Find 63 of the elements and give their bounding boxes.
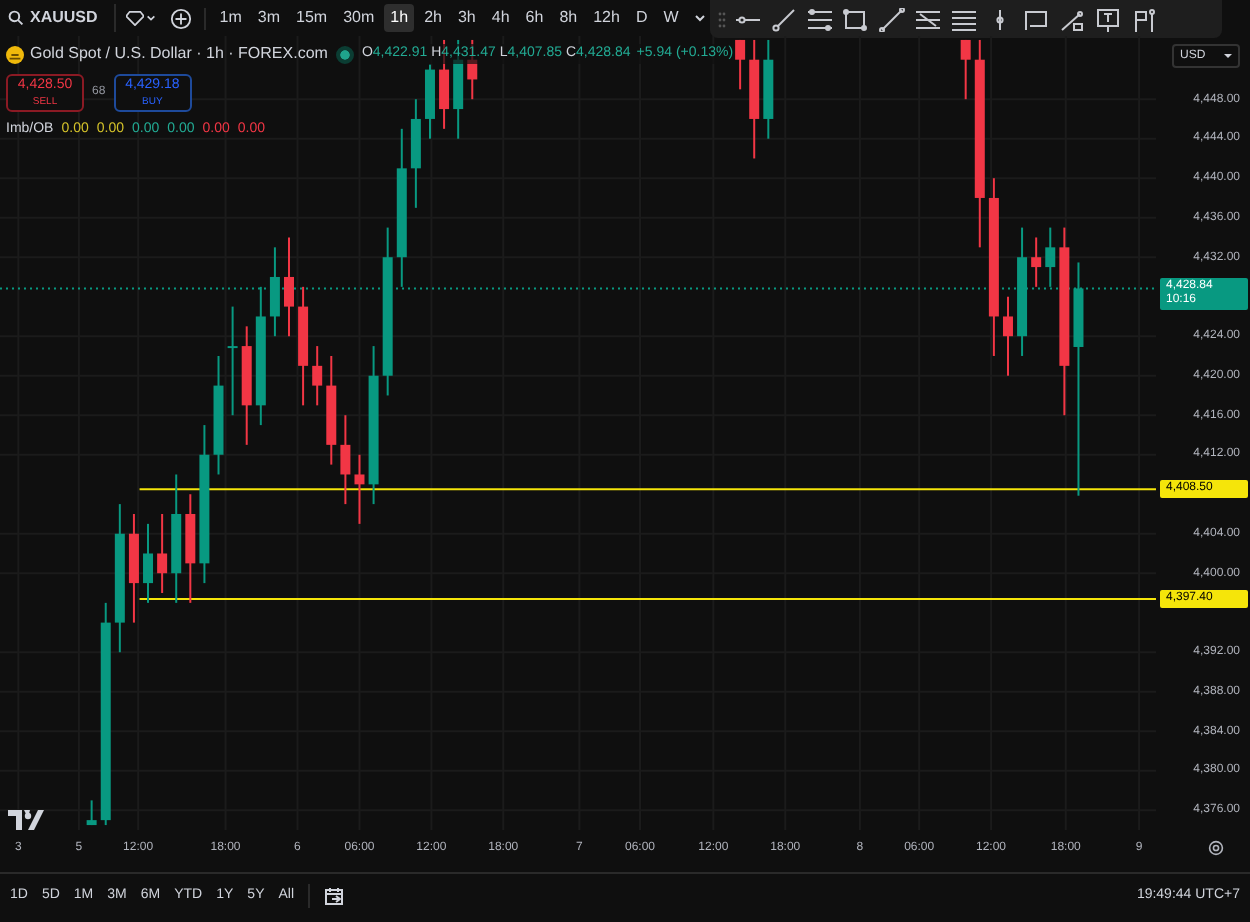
candle (960, 38, 971, 101)
candle (749, 38, 760, 160)
candle (312, 345, 323, 407)
interval-tab[interactable]: 12h (587, 4, 626, 32)
measure-icon[interactable] (1058, 7, 1086, 31)
add-icon[interactable] (169, 7, 192, 29)
candle (213, 354, 224, 476)
caret-icon[interactable] (694, 14, 707, 22)
interval-tab[interactable]: 4h (485, 4, 516, 32)
candle (284, 236, 294, 338)
channel-icon[interactable] (914, 7, 942, 31)
candle (735, 38, 746, 91)
ray-icon[interactable] (878, 7, 906, 31)
candle (340, 414, 351, 506)
caret-icon (145, 14, 156, 22)
candle (255, 285, 266, 427)
interval-tab[interactable]: 30m (337, 4, 381, 32)
symbol-search[interactable]: XAUUSD (4, 4, 116, 32)
rectangle-icon[interactable] (842, 7, 870, 31)
settings-icon[interactable] (1208, 840, 1224, 856)
candle (143, 522, 153, 604)
symbol-title: Gold Spot / U.S. Dollar · 1h · FOREX.com (30, 42, 328, 66)
candle (157, 513, 168, 594)
candle (171, 473, 182, 604)
interval-tab[interactable]: 2h (418, 4, 448, 32)
candle (1017, 226, 1028, 357)
logo-icon (8, 810, 44, 830)
interval-tab[interactable]: 1h (384, 4, 415, 32)
callout-icon[interactable] (1022, 7, 1050, 31)
interval-tab[interactable]: 3m (251, 4, 287, 32)
flag-icon[interactable] (1130, 7, 1158, 31)
interval-tab[interactable]: 6h (519, 4, 550, 32)
caret-icon (1224, 54, 1232, 58)
candle (763, 38, 774, 140)
diamond-icon (125, 10, 144, 26)
candle (298, 285, 309, 407)
interval-tab[interactable]: 15m (290, 4, 334, 32)
candle (86, 799, 97, 827)
candle (1031, 236, 1042, 288)
candle (326, 354, 337, 466)
interval-tab[interactable]: W (657, 4, 685, 32)
interval-tab[interactable]: 1m (213, 4, 248, 32)
candle (241, 325, 252, 446)
candle (354, 453, 365, 525)
interval-tab[interactable]: 8h (553, 4, 584, 32)
search-icon (8, 10, 24, 26)
interval-tab[interactable]: 3h (451, 4, 482, 32)
candle (1003, 295, 1013, 377)
candle (410, 98, 421, 209)
candle (185, 493, 196, 604)
parallel-lines-icon[interactable] (806, 7, 834, 31)
trend-line-icon[interactable] (770, 7, 798, 31)
candle (128, 513, 139, 624)
calendar-icon[interactable] (324, 886, 345, 906)
candle (425, 63, 435, 140)
candle (1045, 226, 1056, 288)
fib-levels-icon[interactable] (950, 7, 978, 31)
text-box-icon[interactable] (1094, 7, 1122, 31)
coin-icon (6, 45, 24, 63)
candle (227, 305, 238, 417)
interval-tab[interactable]: D (629, 4, 654, 32)
candle (269, 246, 280, 338)
drag-handle-icon[interactable] (718, 11, 726, 27)
